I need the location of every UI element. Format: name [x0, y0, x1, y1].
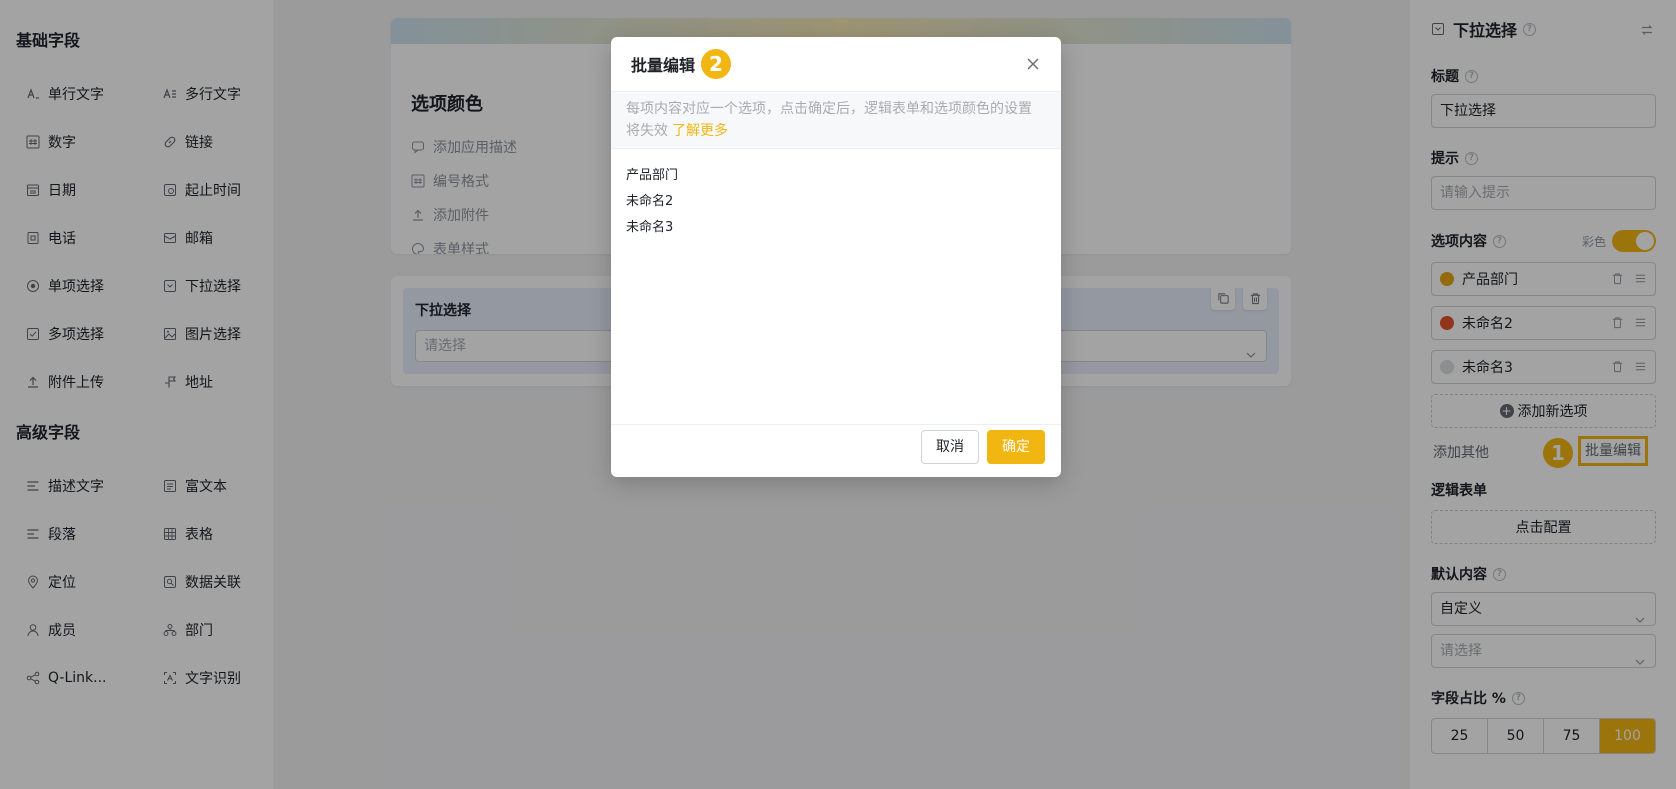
- textarea-line: 未命名2: [626, 194, 674, 209]
- dialog-footer: 取消 确定: [611, 417, 1061, 477]
- step-badge-2: 2: [701, 49, 732, 79]
- cancel-button[interactable]: 取消: [921, 430, 979, 464]
- confirm-button[interactable]: 确定: [987, 430, 1045, 464]
- textarea-line: 未命名3: [626, 220, 674, 235]
- dialog-title: 批量编辑: [631, 56, 696, 75]
- textarea-line: 产品部门: [626, 168, 679, 183]
- learn-more-link[interactable]: 了解更多: [672, 123, 728, 139]
- batch-edit-dialog: 批量编辑 2 每项内容对应一个选项，点击确定后，逻辑表单和选项颜色的设置将失效了…: [611, 37, 1061, 477]
- batch-edit-textarea[interactable]: 产品部门 未命名2 未命名3: [611, 149, 1061, 425]
- close-icon[interactable]: [1025, 56, 1041, 72]
- dialog-header: 批量编辑 2: [611, 37, 1061, 92]
- dialog-tip: 每项内容对应一个选项，点击确定后，逻辑表单和选项颜色的设置将失效 了解更多: [611, 92, 1061, 149]
